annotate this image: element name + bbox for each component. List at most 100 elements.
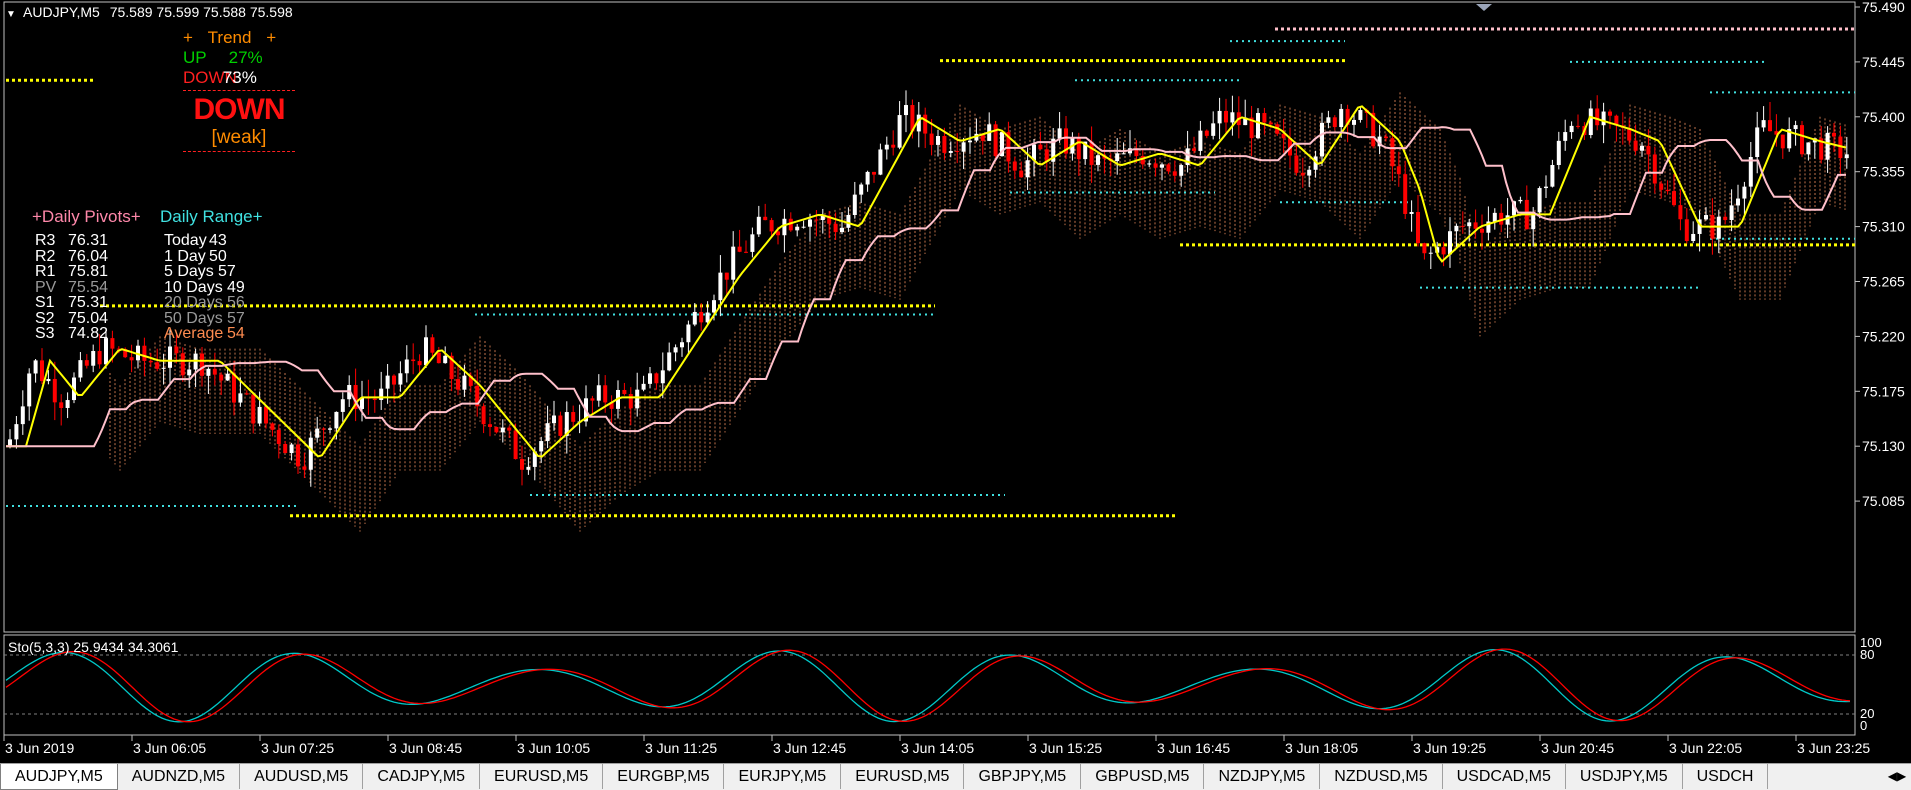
range-key: Today	[164, 232, 207, 249]
tab-eurgbp-m5[interactable]: EURGBP,M5	[603, 764, 725, 789]
candle-body	[801, 226, 806, 228]
candle-body	[1256, 113, 1260, 139]
candle-body	[283, 443, 288, 454]
tab-gbpusd-m5[interactable]: GBPUSD,M5	[1081, 764, 1205, 789]
candle-body	[968, 140, 972, 143]
tab-usdjpy-m5[interactable]: USDJPY,M5	[1566, 764, 1683, 789]
candle-body	[545, 423, 550, 442]
time-label: 3 Jun 11:25	[645, 740, 717, 756]
candle-body	[596, 385, 601, 401]
time-label: 3 Jun 22:05	[1669, 740, 1742, 756]
candle-body	[1569, 125, 1574, 133]
chart-header: ▼ AUDJPY,M5 75.589 75.599 75.588 75.598	[6, 4, 293, 20]
candle-body	[622, 389, 627, 395]
candle-body	[40, 360, 44, 382]
candle-body	[244, 393, 249, 395]
candle-body	[1396, 166, 1401, 175]
candle-body	[1262, 113, 1267, 123]
tab-audjpy-m5[interactable]: AUDJPY,M5	[0, 764, 118, 790]
candle-body	[385, 375, 390, 389]
tab-nzdjpy-m5[interactable]: NZDJPY,M5	[1204, 764, 1321, 789]
candle-body	[872, 171, 876, 175]
candle-body	[756, 216, 761, 235]
candle-body	[648, 373, 652, 384]
candle-body	[276, 429, 281, 444]
tab-audusd-m5[interactable]: AUDUSD,M5	[240, 764, 364, 789]
candle-body	[936, 136, 940, 145]
candle-body	[1691, 233, 1696, 241]
candle-body	[1384, 136, 1388, 139]
tab-eurjpy-m5[interactable]: EURJPY,M5	[724, 764, 842, 789]
candle-body	[251, 394, 256, 424]
time-label: 3 Jun 20:45	[1541, 740, 1614, 756]
tab-usdch[interactable]: USDCH	[1683, 764, 1769, 789]
tab-scroll-arrows-icon[interactable]: ◀▶	[1883, 764, 1911, 789]
price-label: 75.085	[1862, 493, 1905, 509]
tab-audnzd-m5[interactable]: AUDNZD,M5	[118, 764, 241, 789]
pivot-key: S3	[35, 325, 55, 342]
candle-body	[1601, 111, 1606, 126]
range-key: 20 Days	[164, 294, 223, 311]
trend-up-value: 27%	[228, 48, 263, 67]
candle-body	[392, 375, 396, 385]
candle-body	[91, 351, 96, 366]
range-row: 20 Days 56	[164, 295, 245, 311]
candle-body	[500, 427, 505, 433]
candle-body	[1588, 108, 1593, 136]
candle-body	[1422, 243, 1427, 254]
candle-body	[417, 361, 422, 366]
candle-body	[264, 406, 268, 424]
candle-body	[1825, 132, 1830, 160]
candle-body	[398, 373, 403, 385]
candle-body	[904, 105, 908, 116]
pivot-key: R3	[35, 232, 56, 249]
candle-body	[404, 359, 409, 374]
tab-eurusd-m5[interactable]: EURUSD,M5	[480, 764, 604, 789]
trend-signal: DOWN	[193, 93, 286, 126]
range-key: 1 Day	[164, 247, 206, 265]
candle-body	[692, 311, 697, 325]
candle-body	[321, 428, 326, 430]
candle-body	[712, 300, 716, 313]
candle-body	[436, 352, 441, 364]
candle-body	[680, 342, 684, 348]
candle-body	[1480, 228, 1484, 233]
candle-body	[961, 142, 966, 152]
candle-body	[1160, 164, 1164, 168]
candle-body	[340, 399, 345, 412]
candle-body	[1441, 247, 1446, 255]
stoch-level-label: 80	[1860, 647, 1874, 662]
candle-body	[667, 352, 672, 371]
pivot-value: 75.81	[68, 263, 109, 280]
candle-body	[494, 426, 499, 433]
time-label: 3 Jun 10:05	[517, 740, 590, 756]
candle-body	[1793, 125, 1798, 130]
candle-body	[462, 375, 467, 390]
candle-body	[488, 424, 492, 427]
dropdown-triangle-icon[interactable]: ▼	[6, 9, 16, 20]
tab-gbpjpy-m5[interactable]: GBPJPY,M5	[964, 764, 1082, 789]
candle-body	[852, 194, 857, 215]
candle-body	[180, 353, 185, 376]
tab-nzdusd-m5[interactable]: NZDUSD,M5	[1320, 764, 1443, 789]
tab-eurusd-m5[interactable]: EURUSD,M5	[841, 764, 965, 789]
tab-usdcad-m5[interactable]: USDCAD,M5	[1443, 764, 1566, 789]
pivot-value: 75.31	[68, 294, 109, 311]
candle-body	[878, 149, 883, 175]
candle-body	[411, 359, 416, 362]
range-row: Average 54	[164, 326, 245, 342]
trend-up-label: UP	[183, 48, 207, 67]
range-row: Today 43	[164, 233, 245, 249]
price-label: 75.220	[1862, 328, 1905, 344]
tab-cadjpy-m5[interactable]: CADJPY,M5	[363, 764, 481, 789]
range-key: 5 Days	[164, 263, 214, 280]
ohlc-values: 75.589 75.599 75.588 75.598	[109, 4, 293, 20]
candle-body	[308, 437, 313, 470]
candle-body	[142, 345, 147, 361]
candle-body	[641, 383, 646, 390]
candle-body	[718, 272, 723, 301]
pivot-key: R2	[35, 247, 56, 265]
candle-body	[206, 368, 211, 376]
pivot-value: 74.82	[68, 325, 109, 342]
candle-body	[1518, 199, 1523, 202]
